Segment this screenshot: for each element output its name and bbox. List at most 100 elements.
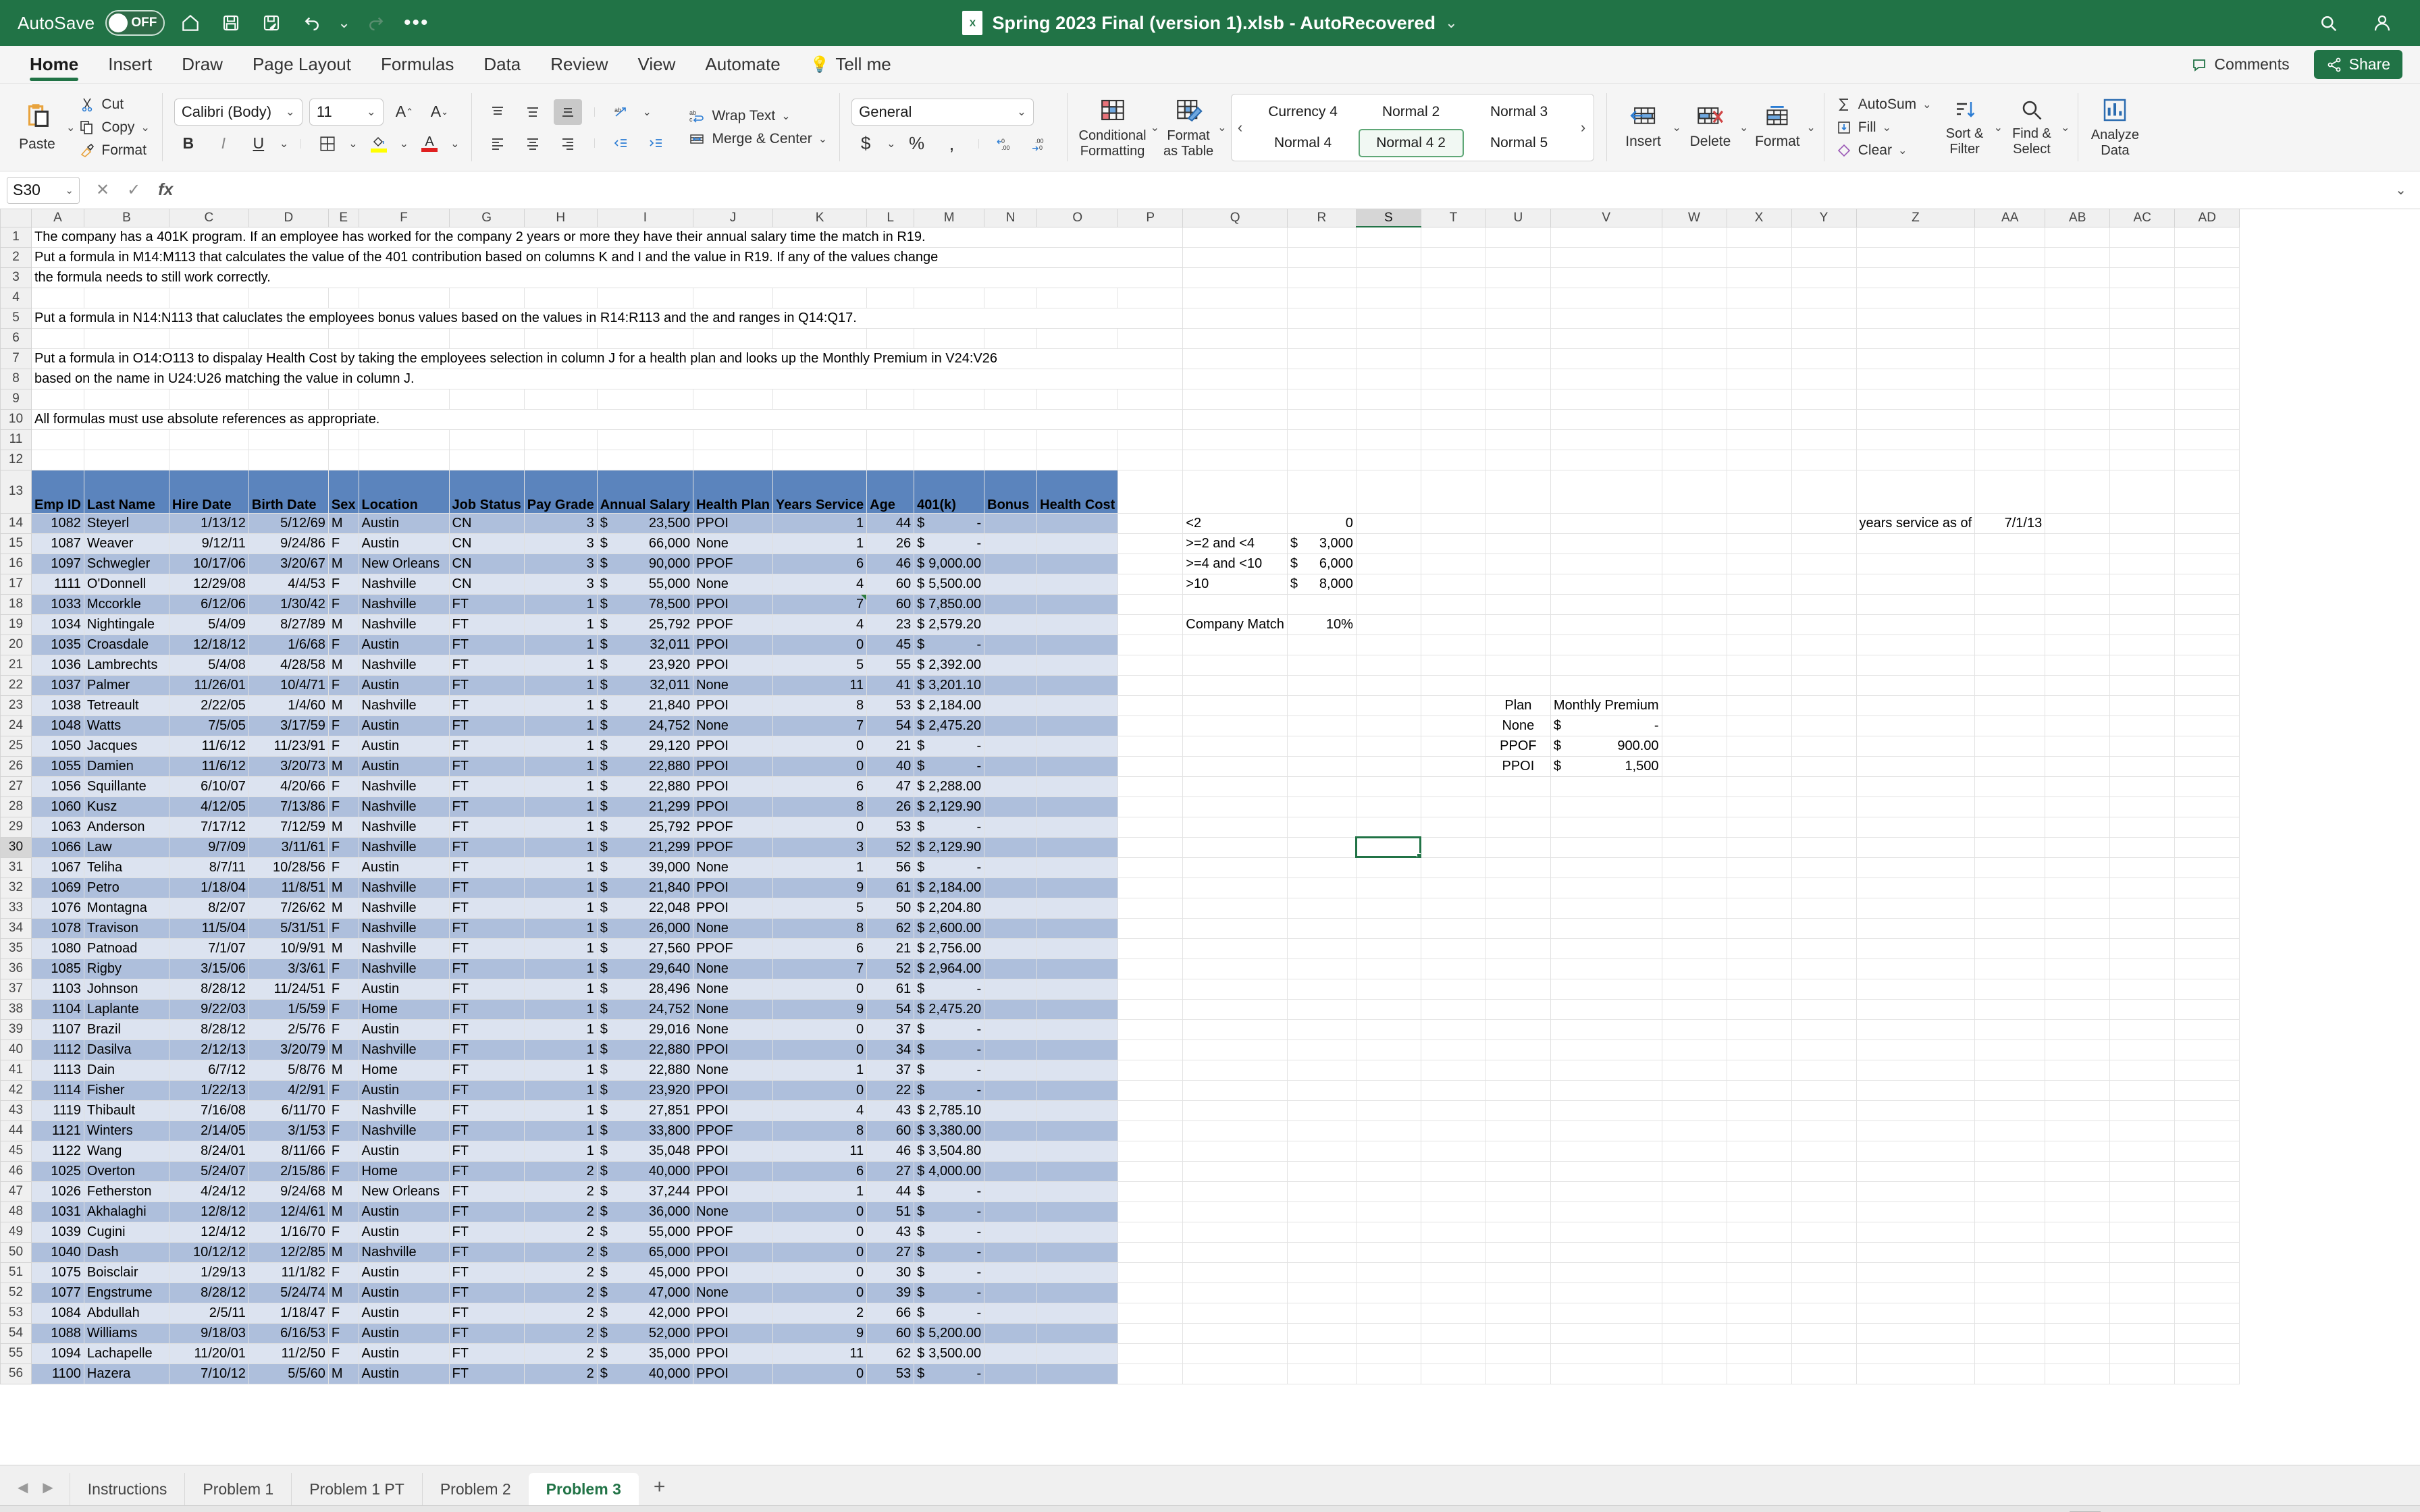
cell-hire-date[interactable]: 8/28/12: [168, 978, 249, 1000]
cell-U[interactable]: [1485, 533, 1551, 554]
cell-U[interactable]: [1485, 1343, 1551, 1364]
cell-X[interactable]: [1726, 1343, 1792, 1364]
row-header-44[interactable]: 44: [0, 1120, 32, 1141]
cell-W[interactable]: [1661, 368, 1727, 389]
cell-r-19[interactable]: 10%: [1286, 614, 1357, 635]
cell-years-service[interactable]: 0: [772, 634, 868, 655]
row-header-18[interactable]: 18: [0, 593, 32, 615]
cell-U[interactable]: [1485, 1262, 1551, 1283]
cell-AC[interactable]: [2109, 368, 2176, 389]
save-icon[interactable]: [216, 8, 246, 38]
cell-S[interactable]: [1355, 776, 1421, 797]
cell-AA[interactable]: [1974, 246, 2046, 268]
cell-AD[interactable]: [2174, 695, 2240, 716]
cell-W[interactable]: [1661, 287, 1727, 308]
cell-Q[interactable]: [1182, 1363, 1288, 1384]
cell-hire-date[interactable]: 7/16/08: [168, 1100, 249, 1121]
cell-pay-grade[interactable]: 1: [523, 836, 598, 858]
style-normal-2[interactable]: Normal 2: [1359, 98, 1464, 126]
row-header-9[interactable]: 9: [0, 388, 32, 410]
cell-age[interactable]: 60: [866, 1120, 915, 1141]
cell-Z[interactable]: [1856, 978, 1976, 1000]
cell-401k[interactable]: $2,600.00: [914, 917, 985, 939]
cell-pay-grade[interactable]: 1: [523, 1079, 598, 1101]
tab-tell-me[interactable]: 💡 Tell me: [795, 46, 906, 84]
cell-health-plan[interactable]: None: [693, 715, 774, 736]
cell-401k[interactable]: $2,392.00: [914, 654, 985, 676]
column-header-y[interactable]: Y: [1791, 209, 1857, 227]
cancel-icon[interactable]: ✕: [96, 180, 109, 200]
cell-health-plan[interactable]: PPOI: [693, 695, 774, 716]
cell-annual-salary[interactable]: $32,011: [596, 634, 694, 655]
cell-annual-salary[interactable]: $21,840: [596, 695, 694, 716]
cell-T[interactable]: [1420, 307, 1486, 329]
decrease-indent-icon[interactable]: [607, 130, 635, 156]
cell-AC[interactable]: [2109, 1039, 2176, 1060]
row-header-54[interactable]: 54: [0, 1322, 32, 1344]
cell-Z[interactable]: [1856, 836, 1976, 858]
row-header-1[interactable]: 1: [0, 226, 32, 248]
cell-U[interactable]: [1485, 1019, 1551, 1040]
cell-birth-date[interactable]: 1/4/60: [248, 695, 329, 716]
cell-D[interactable]: [248, 287, 329, 308]
cell-R[interactable]: [1286, 735, 1357, 757]
cell-bonus[interactable]: [984, 877, 1038, 898]
clear-button[interactable]: Clear ⌄: [1832, 141, 1936, 160]
cell-R[interactable]: [1286, 816, 1357, 838]
row-header-39[interactable]: 39: [0, 1019, 32, 1040]
cell-location[interactable]: Austin: [358, 533, 450, 554]
cell-emp-id[interactable]: 1025: [31, 1160, 84, 1182]
row-header-4[interactable]: 4: [0, 287, 32, 308]
cell-pay-grade[interactable]: 2: [523, 1160, 598, 1182]
cell-birth-date[interactable]: 7/26/62: [248, 897, 329, 919]
cell-last-name[interactable]: Teliha: [83, 857, 169, 878]
row-header-24[interactable]: 24: [0, 715, 32, 736]
cell-U[interactable]: [1485, 938, 1551, 959]
cell-V[interactable]: [1550, 614, 1662, 635]
cell-years-service[interactable]: 0: [772, 1079, 868, 1101]
cell-health-cost[interactable]: [1036, 938, 1119, 959]
cell-annual-salary[interactable]: $23,920: [596, 654, 694, 676]
cell-aa-14[interactable]: 7/1/13: [1974, 512, 2046, 534]
cell-sex[interactable]: F: [327, 1302, 359, 1324]
cell-P[interactable]: [1117, 1363, 1184, 1384]
format-cells-dropdown-icon[interactable]: ⌄: [1806, 121, 1815, 134]
cell-health-cost[interactable]: [1036, 796, 1119, 817]
cell-health-cost[interactable]: [1036, 1019, 1119, 1040]
cell-pay-grade[interactable]: 1: [523, 998, 598, 1020]
cell-P[interactable]: [1117, 958, 1184, 979]
spreadsheet-grid[interactable]: A B C D E F G H I J K L M N O P Q R S T U V W X Y Z AA AB AC AD 1 The c…: [0, 209, 2420, 1465]
cell-pay-grade[interactable]: 1: [523, 755, 598, 777]
cell-F[interactable]: [358, 287, 450, 308]
cell-birth-date[interactable]: 4/2/91: [248, 1079, 329, 1101]
cell-V[interactable]: [1550, 917, 1662, 939]
cell-T[interactable]: [1420, 816, 1486, 838]
cell-sex[interactable]: M: [327, 1181, 359, 1202]
cell-R[interactable]: [1286, 1140, 1357, 1162]
cell-X[interactable]: [1726, 267, 1792, 288]
fill-dropdown-icon[interactable]: ⌄: [1883, 121, 1891, 134]
cell-V[interactable]: [1550, 1201, 1662, 1222]
cell-P[interactable]: [1117, 1079, 1184, 1101]
cell-last-name[interactable]: Montagna: [83, 897, 169, 919]
cell-AA[interactable]: [1974, 857, 2046, 878]
cell-health-cost[interactable]: [1036, 776, 1119, 797]
cell-U[interactable]: [1485, 654, 1551, 676]
cell-AB[interactable]: [2045, 695, 2111, 716]
cell-location[interactable]: Austin: [358, 1079, 450, 1101]
cell-AD[interactable]: [2174, 735, 2240, 757]
cell-job-status[interactable]: FT: [448, 755, 525, 777]
comments-button[interactable]: Comments: [2179, 50, 2301, 79]
cell-AA[interactable]: [1974, 553, 2046, 574]
cell-X[interactable]: [1726, 1262, 1792, 1283]
cell-AD[interactable]: [2174, 776, 2240, 797]
cell-R[interactable]: [1286, 307, 1357, 329]
cell-sex[interactable]: F: [327, 796, 359, 817]
cell-Y[interactable]: [1791, 816, 1857, 838]
cell-sex[interactable]: F: [327, 1221, 359, 1243]
cell-AA[interactable]: [1974, 388, 2046, 410]
cell-r-15[interactable]: $3,000: [1286, 533, 1357, 554]
cell-bonus[interactable]: [984, 1140, 1038, 1162]
cell-401k[interactable]: $2,785.10: [914, 1100, 985, 1121]
cell-U[interactable]: [1485, 978, 1551, 1000]
